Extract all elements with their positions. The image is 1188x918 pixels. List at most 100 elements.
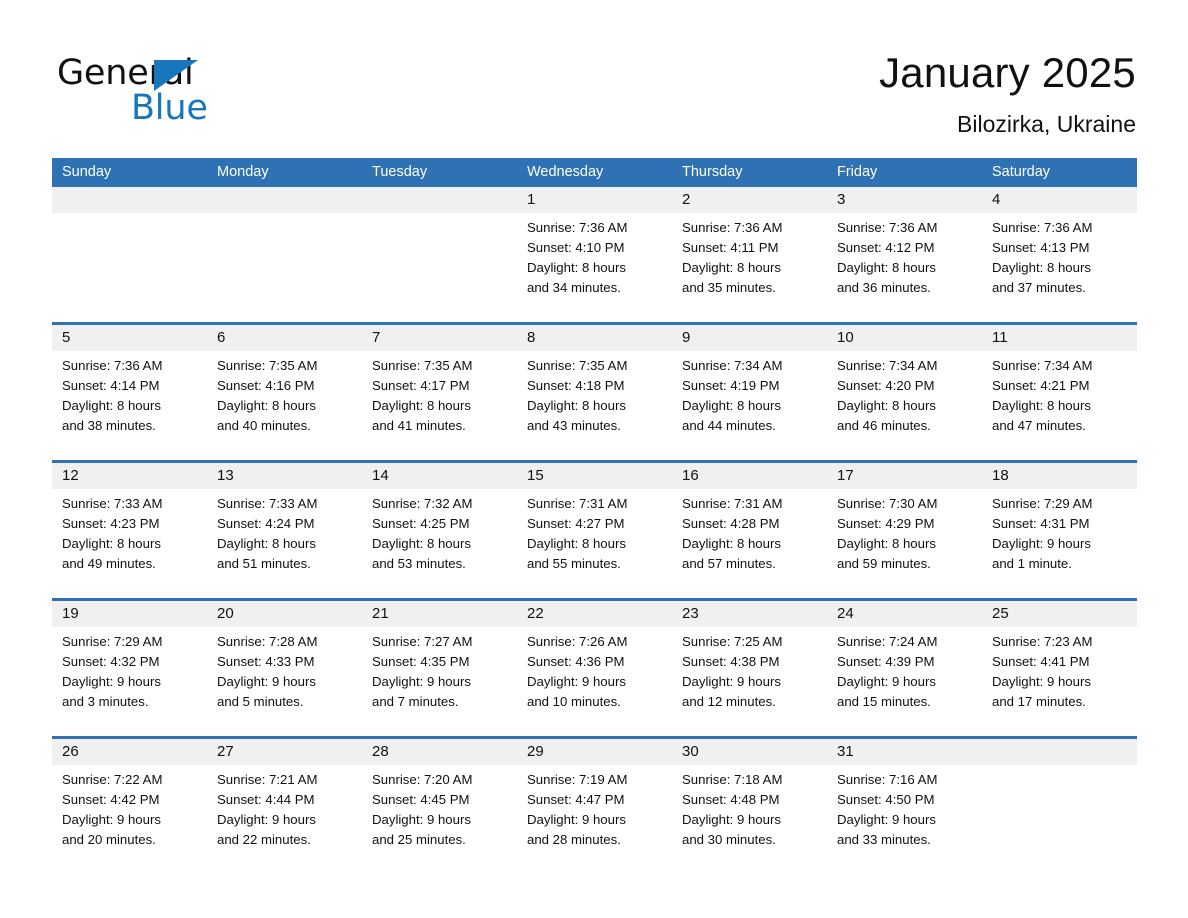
sunrise-text: Sunrise: 7:28 AM [217,634,318,649]
sunset-text: Sunset: 4:23 PM [62,516,160,531]
daylight-text-line1: Daylight: 8 hours [682,536,781,551]
daylight-text-line2: and 33 minutes. [837,832,931,847]
day-number: 19 [62,605,79,622]
calendar-day-cell[interactable]: 30 Sunrise: 7:18 AM Sunset: 4:48 PM Dayligh… [672,739,827,874]
day-number: 2 [682,191,691,208]
daylight-text-line2: and 46 minutes. [837,418,931,433]
sunrise-text: Sunrise: 7:20 AM [372,772,473,787]
calendar-day-cell-empty [52,187,207,322]
calendar-day-cell[interactable]: 3 Sunrise: 7:36 AM Sunset: 4:12 PM Daylight… [827,187,982,322]
calendar-day-cell[interactable]: 23 Sunrise: 7:25 AM Sunset: 4:38 PM Dayligh… [672,601,827,736]
day-number: 29 [527,743,544,760]
day-number: 10 [837,329,854,346]
calendar-day-cell[interactable]: 10 Sunrise: 7:34 AM Sunset: 4:20 PM Dayligh… [827,325,982,460]
daylight-text-line1: Daylight: 8 hours [992,260,1091,275]
sunrise-text: Sunrise: 7:34 AM [682,358,783,373]
calendar-day-cell[interactable]: 27 Sunrise: 7:21 AM Sunset: 4:44 PM Dayligh… [207,739,362,874]
sunset-text: Sunset: 4:14 PM [62,378,160,393]
day-details: Sunrise: 7:32 AM Sunset: 4:25 PM Daylight:… [372,494,509,574]
calendar-day-cell[interactable]: 17 Sunrise: 7:30 AM Sunset: 4:29 PM Dayligh… [827,463,982,598]
sunset-text: Sunset: 4:31 PM [992,516,1090,531]
calendar-day-cell[interactable]: 15 Sunrise: 7:31 AM Sunset: 4:27 PM Dayligh… [517,463,672,598]
sunset-text: Sunset: 4:38 PM [682,654,780,669]
daylight-text-line1: Daylight: 8 hours [217,398,316,413]
daylight-text-line2: and 47 minutes. [992,418,1086,433]
calendar-day-cell[interactable]: 13 Sunrise: 7:33 AM Sunset: 4:24 PM Dayligh… [207,463,362,598]
sunrise-text: Sunrise: 7:35 AM [372,358,473,373]
day-number: 12 [62,467,79,484]
calendar-day-cell[interactable]: 19 Sunrise: 7:29 AM Sunset: 4:32 PM Dayligh… [52,601,207,736]
daylight-text-line1: Daylight: 8 hours [372,398,471,413]
day-details: Sunrise: 7:18 AM Sunset: 4:48 PM Daylight:… [682,770,819,850]
calendar-day-cell[interactable]: 6 Sunrise: 7:35 AM Sunset: 4:16 PM Daylight… [207,325,362,460]
sunset-text: Sunset: 4:25 PM [372,516,470,531]
day-number: 11 [992,329,1008,346]
calendar-day-cell[interactable]: 9 Sunrise: 7:34 AM Sunset: 4:19 PM Daylight… [672,325,827,460]
calendar-day-cell[interactable]: 12 Sunrise: 7:33 AM Sunset: 4:23 PM Dayligh… [52,463,207,598]
daylight-text-line1: Daylight: 8 hours [682,260,781,275]
daylight-text-line1: Daylight: 9 hours [992,536,1091,551]
calendar-day-cell[interactable]: 5 Sunrise: 7:36 AM Sunset: 4:14 PM Daylight… [52,325,207,460]
daylight-text-line1: Daylight: 8 hours [527,536,626,551]
sunset-text: Sunset: 4:27 PM [527,516,625,531]
daylight-text-line1: Daylight: 9 hours [682,674,781,689]
day-details: Sunrise: 7:23 AM Sunset: 4:41 PM Daylight:… [992,632,1129,712]
calendar-day-cell[interactable]: 25 Sunrise: 7:23 AM Sunset: 4:41 PM Dayligh… [982,601,1137,736]
sunrise-text: Sunrise: 7:36 AM [682,220,783,235]
sunrise-text: Sunrise: 7:31 AM [527,496,628,511]
calendar-day-cell[interactable]: 20 Sunrise: 7:28 AM Sunset: 4:33 PM Dayligh… [207,601,362,736]
daylight-text-line1: Daylight: 9 hours [217,674,316,689]
daylight-text-line2: and 22 minutes. [217,832,311,847]
day-number: 18 [992,467,1009,484]
daylight-text-line1: Daylight: 9 hours [62,812,161,827]
daylight-text-line2: and 53 minutes. [372,556,466,571]
sunset-text: Sunset: 4:44 PM [217,792,315,807]
sunrise-text: Sunrise: 7:36 AM [527,220,628,235]
calendar-day-cell[interactable]: 14 Sunrise: 7:32 AM Sunset: 4:25 PM Dayligh… [362,463,517,598]
sunrise-text: Sunrise: 7:16 AM [837,772,938,787]
day-details: Sunrise: 7:24 AM Sunset: 4:39 PM Daylight:… [837,632,974,712]
daylight-text-line2: and 49 minutes. [62,556,156,571]
calendar-week-row: 5 Sunrise: 7:36 AM Sunset: 4:14 PM Daylight… [52,322,1137,460]
calendar-day-cell[interactable]: 21 Sunrise: 7:27 AM Sunset: 4:35 PM Dayligh… [362,601,517,736]
calendar-day-cell[interactable]: 24 Sunrise: 7:24 AM Sunset: 4:39 PM Dayligh… [827,601,982,736]
calendar-day-cell[interactable]: 26 Sunrise: 7:22 AM Sunset: 4:42 PM Dayligh… [52,739,207,874]
weekday-header-wednesday: Wednesday [527,164,604,180]
calendar-day-cell[interactable]: 4 Sunrise: 7:36 AM Sunset: 4:13 PM Daylight… [982,187,1137,322]
sunset-text: Sunset: 4:17 PM [372,378,470,393]
calendar-day-cell[interactable]: 16 Sunrise: 7:31 AM Sunset: 4:28 PM Dayligh… [672,463,827,598]
daylight-text-line2: and 17 minutes. [992,694,1086,709]
calendar-day-cell[interactable]: 18 Sunrise: 7:29 AM Sunset: 4:31 PM Dayligh… [982,463,1137,598]
calendar-day-cell[interactable]: 28 Sunrise: 7:20 AM Sunset: 4:45 PM Dayligh… [362,739,517,874]
day-details: Sunrise: 7:30 AM Sunset: 4:29 PM Daylight:… [837,494,974,574]
day-details: Sunrise: 7:31 AM Sunset: 4:28 PM Daylight:… [682,494,819,574]
calendar-day-cell[interactable]: 22 Sunrise: 7:26 AM Sunset: 4:36 PM Dayligh… [517,601,672,736]
sunset-text: Sunset: 4:13 PM [992,240,1090,255]
calendar-day-cell[interactable]: 2 Sunrise: 7:36 AM Sunset: 4:11 PM Daylight… [672,187,827,322]
calendar-week-row: 26 Sunrise: 7:22 AM Sunset: 4:42 PM Dayligh… [52,736,1137,874]
daylight-text-line2: and 15 minutes. [837,694,931,709]
calendar-day-cell[interactable]: 1 Sunrise: 7:36 AM Sunset: 4:10 PM Daylight… [517,187,672,322]
day-number: 25 [992,605,1009,622]
sunset-text: Sunset: 4:41 PM [992,654,1090,669]
weekday-header-saturday: Saturday [992,164,1051,180]
calendar-day-cell[interactable]: 31 Sunrise: 7:16 AM Sunset: 4:50 PM Dayligh… [827,739,982,874]
sunset-text: Sunset: 4:28 PM [682,516,780,531]
day-details: Sunrise: 7:28 AM Sunset: 4:33 PM Daylight:… [217,632,354,712]
calendar-day-cell[interactable]: 11 Sunrise: 7:34 AM Sunset: 4:21 PM Dayligh… [982,325,1137,460]
calendar-day-cell[interactable]: 29 Sunrise: 7:19 AM Sunset: 4:47 PM Dayligh… [517,739,672,874]
daylight-text-line2: and 10 minutes. [527,694,621,709]
location-subtitle: Bilozirka, Ukraine [957,111,1136,137]
sunrise-text: Sunrise: 7:22 AM [62,772,163,787]
daylight-text-line1: Daylight: 9 hours [837,812,936,827]
calendar-day-cell[interactable]: 8 Sunrise: 7:35 AM Sunset: 4:18 PM Daylight… [517,325,672,460]
general-blue-logo[interactable]: General Blue [57,52,357,132]
day-number: 28 [372,743,389,760]
calendar-table: Sunday Monday Tuesday Wednesday Thursday… [52,158,1137,874]
calendar-week-row: 1 Sunrise: 7:36 AM Sunset: 4:10 PM Daylight… [52,187,1137,322]
daylight-text-line1: Daylight: 8 hours [837,536,936,551]
daylight-text-line2: and 44 minutes. [682,418,776,433]
calendar-day-cell[interactable]: 7 Sunrise: 7:35 AM Sunset: 4:17 PM Daylight… [362,325,517,460]
daylight-text-line2: and 41 minutes. [372,418,466,433]
weekday-header-tuesday: Tuesday [372,164,428,180]
